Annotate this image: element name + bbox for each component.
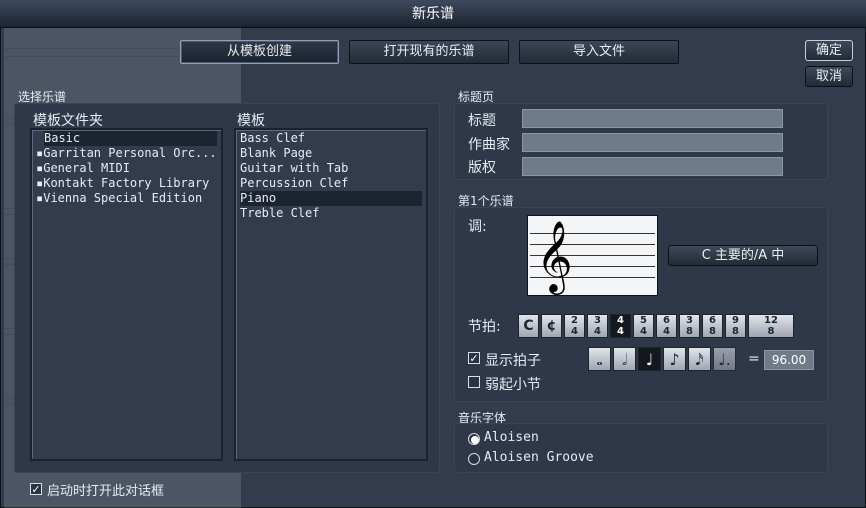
whole-note-icon[interactable]: 𝅝 — [588, 347, 611, 371]
clef-preview: 𝄞 — [527, 215, 658, 296]
font-option-aloisen[interactable]: Aloisen — [484, 430, 539, 445]
key-label: 调: — [468, 219, 487, 235]
quarter-note-icon[interactable]: ♩ — [638, 347, 661, 371]
time-sig-button[interactable]: ¢ — [541, 314, 562, 338]
show-beat-label: 显示拍子 — [485, 353, 541, 369]
startup-label: 启动时打开此对话框 — [47, 484, 165, 499]
list-item-template[interactable]: Piano — [240, 191, 422, 206]
list-item-template[interactable]: Percussion Clef — [240, 176, 422, 191]
tempo-input[interactable]: 96.00 — [764, 350, 814, 370]
folder-label: Vienna Special Edition — [43, 191, 203, 205]
sixteenth-note-icon[interactable]: 𝅘𝅥𝅯 — [688, 347, 711, 371]
half-note-icon[interactable]: 𝅗𝅥 — [613, 347, 636, 371]
font-radio-aloisen-groove[interactable] — [468, 453, 480, 465]
ok-button[interactable]: 确定 — [805, 40, 853, 61]
folder-label: Basic — [44, 131, 81, 145]
show-beat-checkbox[interactable]: ✓ — [468, 352, 480, 364]
time-sig-button[interactable]: C — [518, 314, 539, 338]
list-item-folder[interactable]: ▪Kontakt Factory Library — [36, 176, 217, 191]
time-sig-button[interactable]: 54 — [633, 314, 654, 338]
time-sig-button[interactable]: 64 — [656, 314, 677, 338]
template-folders-list[interactable]: Basic ▪Garritan Personal Orc... ▪General… — [30, 128, 223, 461]
composer-field-label: 作曲家 — [468, 137, 510, 153]
treble-clef-icon: 𝄞 — [536, 219, 573, 292]
time-sig-button[interactable]: 12 8 — [748, 314, 794, 338]
list-item-folder[interactable]: ▪Vienna Special Edition — [36, 191, 217, 206]
list-item-template[interactable]: Bass Clef — [240, 131, 422, 146]
startup-checkbox[interactable]: ✓ — [30, 483, 42, 495]
dotted-note-icon[interactable]: ♩. — [713, 347, 736, 371]
list-item-folder[interactable]: Basic — [44, 131, 217, 146]
pickup-measure-checkbox[interactable] — [468, 376, 480, 388]
time-signature-label: 节拍: — [468, 319, 501, 335]
list-item-folder[interactable]: ▪General MIDI — [36, 161, 217, 176]
time-sig-button[interactable]: 98 — [725, 314, 746, 338]
font-option-aloisen-groove[interactable]: Aloisen Groove — [484, 450, 594, 465]
time-sig-button-selected[interactable]: 44 — [610, 314, 631, 338]
title-field-label: 标题 — [468, 113, 496, 129]
templates-list[interactable]: Bass Clef Blank Page Guitar with Tab Per… — [234, 128, 428, 461]
time-sig-button[interactable]: 38 — [679, 314, 700, 338]
folder-label: Garritan Personal Orc... — [43, 146, 217, 160]
eighth-note-icon[interactable]: ♪ — [663, 347, 686, 371]
copyright-field-label: 版权 — [468, 160, 496, 176]
note-value-bar: 𝅝 𝅗𝅥 ♩ ♪ 𝅘𝅥𝅯 ♩. — [588, 347, 740, 373]
composer-field[interactable] — [522, 133, 783, 152]
templates-label: 模板 — [237, 113, 265, 129]
title-field[interactable] — [522, 109, 783, 128]
key-selector[interactable]: C 主要的/A 中 — [668, 245, 818, 266]
list-item-template[interactable]: Treble Clef — [240, 206, 422, 221]
time-sig-button[interactable]: 68 — [702, 314, 723, 338]
font-radio-aloisen[interactable] — [468, 433, 480, 445]
tab-import-file[interactable]: 导入文件 — [519, 40, 679, 64]
copyright-field[interactable] — [522, 157, 783, 176]
template-folders-label: 模板文件夹 — [33, 113, 103, 129]
time-signature-bar: C ¢ 24 34 44 54 64 38 68 98 12 8 — [518, 314, 795, 340]
equals-sign: = — [748, 351, 760, 367]
list-item-template[interactable]: Blank Page — [240, 146, 422, 161]
time-sig-button[interactable]: 24 — [564, 314, 585, 338]
window-title: 新乐谱 — [412, 6, 454, 22]
tab-open-existing-score[interactable]: 打开现有的乐谱 — [349, 40, 509, 64]
cancel-button[interactable]: 取消 — [805, 66, 853, 87]
list-item-template[interactable]: Guitar with Tab — [240, 161, 422, 176]
tab-create-from-template[interactable]: 从模板创建 — [180, 40, 339, 64]
time-sig-button[interactable]: 34 — [587, 314, 608, 338]
folder-label: General MIDI — [43, 161, 130, 175]
folder-label: Kontakt Factory Library — [43, 176, 210, 190]
pickup-measure-label: 弱起小节 — [485, 377, 541, 393]
list-item-folder[interactable]: ▪Garritan Personal Orc... — [36, 146, 217, 161]
title-bar: 新乐谱 — [0, 0, 866, 28]
